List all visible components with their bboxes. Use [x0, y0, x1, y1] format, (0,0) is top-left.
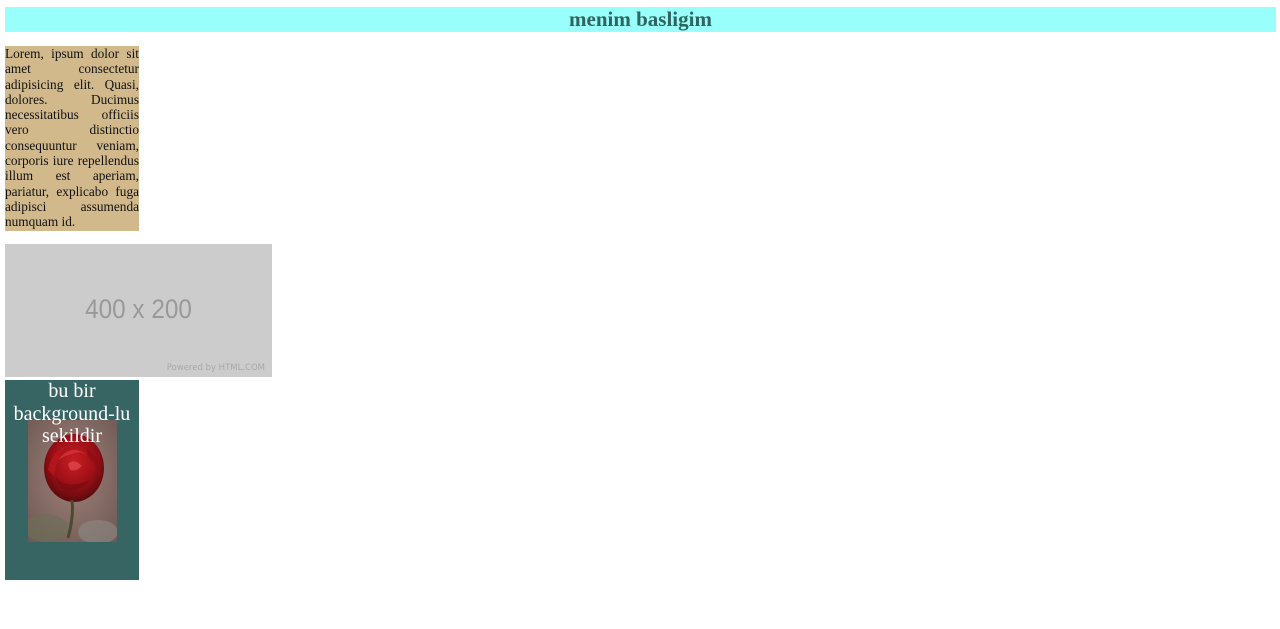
- background-image-box: bu bir background-lu sekildir: [5, 380, 139, 580]
- placeholder-image: 400 x 200 Powered by HTML.COM: [5, 244, 272, 377]
- placeholder-dimensions-label: 400 x 200: [85, 294, 192, 324]
- background-caption: bu bir background-lu sekildir: [13, 380, 131, 447]
- page-heading: menim basligim: [5, 7, 1276, 32]
- page: menim basligim Lorem, ipsum dolor sit am…: [0, 0, 1280, 629]
- powered-by-label: Powered by HTML.COM: [166, 363, 265, 373]
- lorem-paragraph: Lorem, ipsum dolor sit amet consectetur …: [5, 46, 139, 231]
